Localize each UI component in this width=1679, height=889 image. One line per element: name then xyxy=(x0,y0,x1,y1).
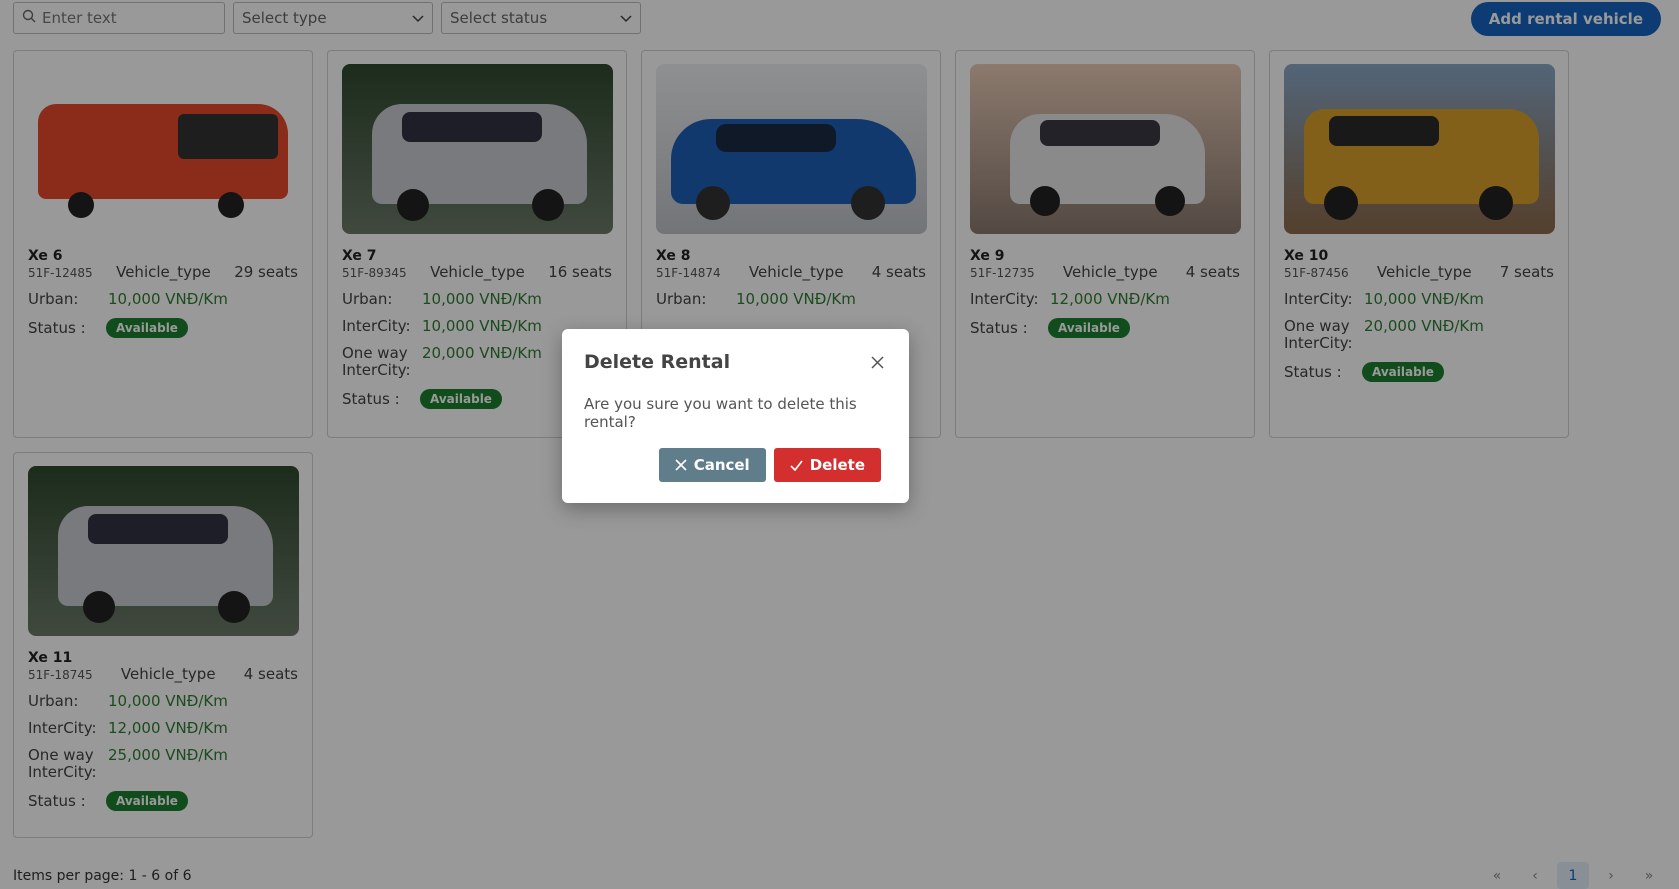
cancel-label: Cancel xyxy=(693,456,750,474)
close-icon xyxy=(675,459,687,471)
cancel-button[interactable]: Cancel xyxy=(658,448,766,482)
delete-rental-dialog: Delete Rental Are you sure you want to d… xyxy=(562,329,909,503)
dialog-title: Delete Rental xyxy=(584,351,731,373)
close-icon[interactable] xyxy=(867,352,887,372)
check-icon xyxy=(790,459,803,471)
delete-label: Delete xyxy=(809,456,865,474)
dialog-message: Are you sure you want to delete this ren… xyxy=(584,395,857,431)
delete-button[interactable]: Delete xyxy=(773,448,881,482)
